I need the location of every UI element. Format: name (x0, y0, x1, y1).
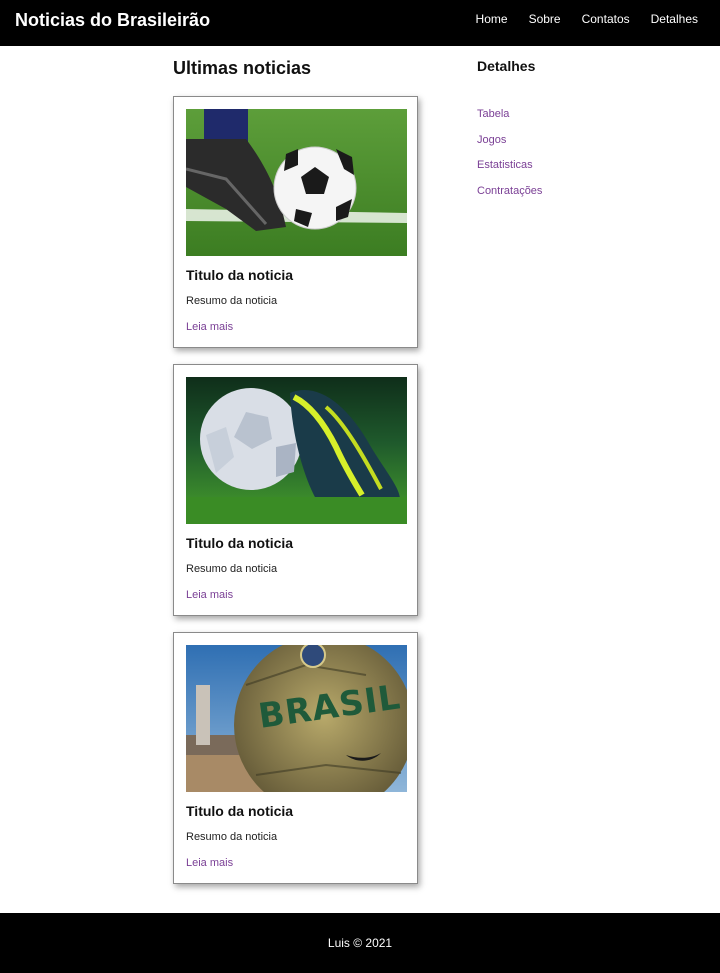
sidebar-link-jogos[interactable]: Jogos (477, 134, 506, 146)
news-image-boot-and-ball[interactable] (186, 109, 407, 256)
news-card: Titulo da noticia Resumo da noticia Leia… (173, 96, 418, 348)
sidebar-item: Estatisticas (477, 155, 542, 181)
news-summary: Resumo da noticia (186, 831, 278, 843)
sidebar-link-estatisticas[interactable]: Estatisticas (477, 159, 533, 171)
nav-contatos[interactable]: Contatos (582, 12, 630, 26)
site-header: Noticias do Brasileirão Home Sobre Conta… (0, 0, 720, 46)
news-image-ball-and-cleats[interactable] (186, 377, 407, 524)
read-more-link[interactable]: Leia mais (186, 589, 233, 601)
news-summary: Resumo da noticia (186, 295, 278, 307)
nav-detalhes[interactable]: Detalhes (651, 12, 698, 26)
sidebar-item: Jogos (477, 130, 542, 156)
sidebar-item: Contratações (477, 181, 542, 207)
sidebar-link-contratacoes[interactable]: Contratações (477, 185, 542, 197)
sidebar-title: Detalhes (477, 58, 536, 74)
news-image-brasil-ball[interactable]: BRASIL (186, 645, 407, 792)
news-title: Titulo da noticia (186, 267, 294, 283)
news-summary: Resumo da noticia (186, 563, 278, 575)
sidebar-item: Tabela (477, 104, 542, 130)
news-title: Titulo da noticia (186, 535, 294, 551)
site-brand[interactable]: Noticias do Brasileirão (15, 10, 210, 31)
read-more-link[interactable]: Leia mais (186, 321, 233, 333)
nav-home[interactable]: Home (476, 12, 508, 26)
news-title: Titulo da noticia (186, 803, 294, 819)
footer-copyright: Luis © 2021 (327, 936, 393, 950)
news-card: BRASIL Titulo da noticia Resumo da notic… (173, 632, 418, 884)
main-nav: Home Sobre Contatos Detalhes (455, 12, 698, 26)
sidebar-links: Tabela Jogos Estatisticas Contratações (477, 104, 542, 206)
news-card: Titulo da noticia Resumo da noticia Leia… (173, 364, 418, 616)
read-more-link[interactable]: Leia mais (186, 857, 233, 869)
nav-sobre[interactable]: Sobre (529, 12, 561, 26)
sidebar-link-tabela[interactable]: Tabela (477, 108, 509, 120)
section-title: Ultimas noticias (173, 58, 312, 78)
site-footer: Luis © 2021 (0, 913, 720, 973)
